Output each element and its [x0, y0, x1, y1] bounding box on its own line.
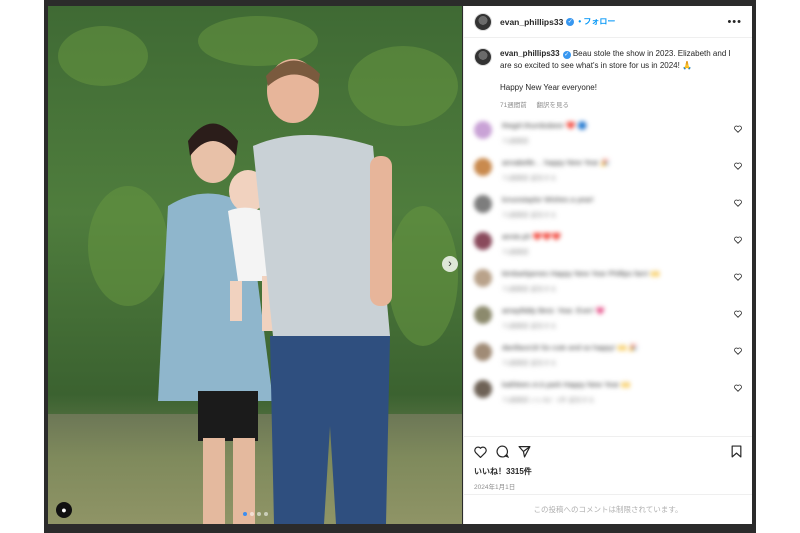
comment-text: annie.ph ❤️❤️❤️ — [502, 232, 561, 241]
comment-text: kathleen.m.k.park Happy New Year 🙌 — [502, 380, 631, 389]
comment-meta: 71週間前 返信する — [502, 175, 557, 182]
commenter-avatar[interactable] — [474, 158, 492, 176]
comment-row: annie.ph ❤️❤️❤️ 71週間前 — [464, 232, 752, 269]
speech-bubble-icon[interactable] — [496, 445, 509, 458]
comment-meta: 71週間前 返信する — [502, 360, 557, 367]
comment-text: thegirl.thumbsbeer ❤️ 🔵 — [502, 121, 587, 130]
comment-meta: 71週間前 返信する — [502, 323, 557, 330]
commenter-avatar[interactable] — [474, 195, 492, 213]
translate-link[interactable]: 翻訳を見る — [537, 102, 570, 109]
person-tag-icon: ● — [61, 505, 67, 515]
family-figures — [158, 59, 392, 524]
person-tag-button[interactable]: ● — [56, 502, 72, 518]
like-count[interactable]: いいね！3315件 — [474, 466, 742, 477]
post-date: 2024年1月1日 — [474, 484, 516, 491]
verified-badge-icon: ✓ — [562, 51, 571, 59]
commenter-avatar[interactable] — [474, 380, 492, 398]
verified-badge-icon: ✓ — [566, 17, 575, 26]
comment-row: kathleen.m.k.park Happy New Year 🙌 71週間前 … — [464, 380, 752, 417]
caption-text-line2: Happy New Year everyone! — [500, 83, 597, 92]
carousel-dot — [250, 512, 254, 516]
heart-icon[interactable] — [734, 384, 742, 392]
comment-row: lcnunstaylor Wishes a year! 71週間前 返信する — [464, 195, 752, 232]
caption-username[interactable]: evan_phillips33 — [500, 49, 560, 58]
comment-meta: 71週間前 — [502, 138, 529, 145]
post-side-panel: evan_phillips33 ✓ • フォロー ••• evan_philli… — [463, 6, 752, 524]
post-photo[interactable] — [48, 6, 462, 524]
comment-row: daniface18 So cute and so happy! 🙌 🎉 71週間… — [464, 343, 752, 380]
comment-meta: 71週間前 返信する — [502, 212, 557, 219]
carousel-dot — [264, 512, 268, 516]
more-options-button[interactable]: ••• — [727, 16, 742, 28]
comment-meta: 71週間前 — [502, 249, 529, 256]
comments-disabled-notice: この投稿へのコメントは制限されています。 — [464, 494, 752, 524]
comment-row: amayfiddy Best. Year. Ever! 💗 71週間前 返信する — [464, 306, 752, 343]
caption-time: 71週間前 — [500, 101, 527, 109]
commenter-avatar[interactable] — [474, 343, 492, 361]
follow-label: フォロー — [583, 17, 616, 26]
avatar[interactable] — [474, 48, 492, 66]
carousel-dot — [243, 512, 247, 516]
post-caption: evan_phillips33 ✓ Beau stole the show in … — [464, 38, 752, 111]
commenter-avatar[interactable] — [474, 232, 492, 250]
heart-icon[interactable] — [474, 446, 487, 458]
heart-icon[interactable] — [734, 125, 742, 133]
comment-meta: 71週間前 いいね！1件 返信する — [502, 397, 595, 404]
username-link[interactable]: evan_phillips33 — [500, 17, 563, 27]
bookmark-icon[interactable] — [731, 445, 742, 458]
comment-row: thegirl.thumbsbeer ❤️ 🔵 71週間前 — [464, 121, 752, 158]
comment-text: lcnunstaylor Wishes a year! — [502, 195, 594, 204]
comment-row: annabelle… happy New Year 🎉 71週間前 返信する — [464, 158, 752, 195]
commenter-avatar[interactable] — [474, 306, 492, 324]
comment-text: kimbarkjames Happy New Year Phillips fam… — [502, 269, 661, 278]
carousel-indicator — [243, 512, 268, 516]
comment-text: annabelle… happy New Year 🎉 — [502, 158, 611, 167]
follow-button[interactable]: • フォロー — [578, 16, 615, 27]
heart-icon[interactable] — [734, 199, 742, 207]
heart-icon[interactable] — [734, 162, 742, 170]
heart-icon[interactable] — [734, 310, 742, 318]
post-header: evan_phillips33 ✓ • フォロー ••• — [464, 6, 752, 38]
avatar[interactable] — [474, 12, 492, 31]
chevron-right-icon: › — [448, 258, 452, 270]
heart-icon[interactable] — [734, 236, 742, 244]
paper-plane-icon[interactable] — [518, 445, 531, 458]
carousel-next-button[interactable]: › — [442, 256, 458, 272]
comment-row: kimbarkjames Happy New Year Phillips fam… — [464, 269, 752, 306]
comment-text: amayfiddy Best. Year. Ever! 💗 — [502, 306, 606, 315]
comments-list: thegirl.thumbsbeer ❤️ 🔵 71週間前 annabelle… h… — [464, 121, 752, 417]
action-bar: いいね！3315件 2024年1月1日 — [464, 436, 752, 491]
comment-meta: 71週間前 返信する — [502, 286, 557, 293]
commenter-avatar[interactable] — [474, 269, 492, 287]
carousel-dot — [257, 512, 261, 516]
heart-icon[interactable] — [734, 273, 742, 281]
commenter-avatar[interactable] — [474, 121, 492, 139]
heart-icon[interactable] — [734, 347, 742, 355]
comment-text: daniface18 So cute and so happy! 🙌 🎉 — [502, 343, 639, 352]
